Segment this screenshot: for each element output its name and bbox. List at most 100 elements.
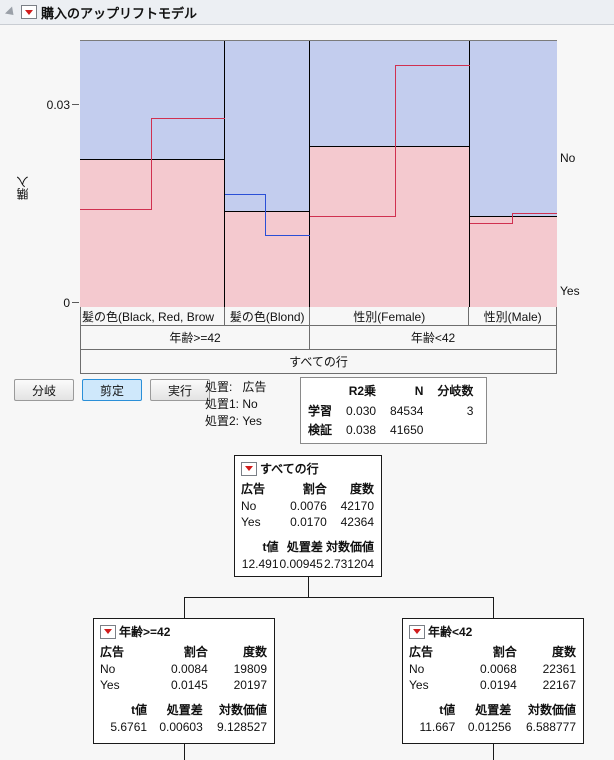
segment-yes	[310, 146, 469, 307]
go-button[interactable]: 実行	[150, 379, 210, 401]
table-row: 12.491 0.00945 2.731204	[241, 556, 374, 572]
col-count: 度数	[242, 645, 267, 659]
red-triangle-menu-icon[interactable]	[241, 461, 257, 476]
table-row: 5.6761 0.00603 9.128527	[100, 719, 267, 735]
segment-yes	[80, 159, 224, 307]
col-treatment: 広告	[241, 482, 266, 496]
logworth: 9.128527	[216, 720, 267, 734]
red-triangle-menu-icon[interactable]	[409, 624, 425, 639]
fit-col-blank	[306, 381, 339, 401]
y-tick-mark-lower	[72, 302, 79, 303]
tree-node-age-lt-42[interactable]: 年齢<42 広告 割合 度数 No 0.0068 22361 Yes 0.019…	[402, 618, 584, 744]
table-header-row: 広告 割合 度数	[100, 642, 267, 661]
table-row: Yes 0.0145 20197	[100, 677, 267, 693]
row-label-no: No	[241, 499, 257, 513]
row-label-yes: Yes	[100, 678, 120, 692]
tree-connector-left-child-stem	[184, 744, 185, 760]
diff: 0.00945	[279, 557, 323, 571]
col-logworth: 対数価値	[325, 540, 374, 554]
node-header[interactable]: 年齢>=42	[100, 623, 267, 640]
chart-panel-hair-blond[interactable]	[225, 41, 310, 307]
col-logworth: 対数価値	[527, 703, 576, 717]
legend-label-yes: Yes	[560, 284, 580, 298]
col-tvalue: t値	[439, 703, 456, 717]
diff: 0.01256	[467, 720, 512, 734]
count-yes: 22167	[542, 678, 576, 692]
red-triangle-menu-icon[interactable]	[21, 5, 37, 19]
col-logworth: 対数価値	[218, 703, 267, 717]
fit-col-n: N	[414, 383, 424, 398]
triangle-open-icon[interactable]	[4, 5, 18, 19]
red-triangle-menu-icon[interactable]	[100, 624, 116, 639]
col-count: 度数	[551, 645, 576, 659]
treated-rate-step	[395, 65, 396, 217]
tree-node-all-rows[interactable]: すべての行 広告 割合 度数 No 0.0076 42170 Yes 0.017…	[234, 455, 382, 577]
count-no: 19809	[233, 662, 267, 676]
col-diff: 処置差	[166, 703, 203, 717]
rate-no: 0.0068	[480, 662, 517, 676]
fit-training-splits: 3	[466, 403, 474, 418]
logworth: 6.588777	[525, 720, 576, 734]
treated-rate-step	[512, 213, 513, 224]
tree-connector-right-child-stem	[493, 744, 494, 760]
axis-cell-male[interactable]: 性別(Male)	[469, 307, 556, 325]
col-rate: 割合	[492, 645, 517, 659]
table-header-row: R2乗 N 分岐数	[306, 381, 480, 401]
y-tick-0.03: 0.03	[46, 98, 70, 112]
uplift-chart: 購入 0.03 0 No Yes 髪の色(Black, Red, Brow 髪の…	[0, 26, 614, 374]
tree-node-age-ge-42[interactable]: 年齢>=42 広告 割合 度数 No 0.0084 19809 Yes 0.01…	[93, 618, 275, 744]
axis-cell-age-lt-42[interactable]: 年齢<42	[310, 326, 556, 349]
chart-panel-hair-dark[interactable]	[80, 41, 225, 307]
axis-cell-hair-dark[interactable]: 髪の色(Black, Red, Brow	[81, 307, 226, 325]
fit-validation-r2: 0.038	[346, 422, 377, 437]
rate-yes: 0.0170	[290, 515, 327, 529]
table-row: 11.667 0.01256 6.588777	[409, 719, 576, 735]
col-diff: 処置差	[286, 540, 323, 554]
axis-row-splits: 髪の色(Black, Red, Brow 髪の色(Blond) 性別(Femal…	[80, 307, 557, 326]
col-count: 度数	[349, 482, 374, 496]
col-tvalue: t値	[262, 540, 279, 554]
count-no: 22361	[542, 662, 576, 676]
chart-plot-area[interactable]	[80, 40, 557, 307]
col-rate: 割合	[302, 482, 327, 496]
table-header-row: t値 処置差 対数価値	[241, 537, 375, 556]
chart-panel-sex-male[interactable]	[470, 41, 557, 307]
axis-cell-hair-blond[interactable]: 髪の色(Blond)	[225, 307, 311, 325]
y-tick-0: 0	[63, 296, 70, 310]
segment-no	[80, 41, 224, 161]
axis-cell-all-rows[interactable]: すべての行	[81, 350, 556, 373]
table-header-row: t値 処置差 対数価値	[409, 700, 576, 719]
chart-panel-sex-female[interactable]	[310, 41, 470, 307]
table-row: Yes 0.0170 42364	[241, 514, 374, 530]
node-header[interactable]: すべての行	[241, 460, 374, 477]
rate-yes: 0.0194	[480, 678, 517, 692]
node-header[interactable]: 年齢<42	[409, 623, 576, 640]
treated-rate-line-left	[470, 223, 512, 224]
node-spacer	[100, 693, 267, 700]
tree-connector-left-drop	[184, 597, 185, 618]
segment-no	[310, 41, 469, 148]
node-title: 年齢<42	[428, 625, 473, 639]
fit-row-label-training: 学習	[308, 404, 333, 418]
split-button[interactable]: 分岐	[14, 379, 74, 401]
col-diff: 処置差	[475, 703, 512, 717]
control-rate-line-left	[225, 194, 265, 195]
treated-rate-line-right	[151, 118, 225, 119]
table-row: No 0.0076 42170	[241, 498, 374, 514]
treatment-level-1: 処置1: No	[205, 397, 258, 411]
table-row: No 0.0068 22361	[409, 661, 576, 677]
axis-cell-age-ge-42[interactable]: 年齢>=42	[81, 326, 311, 349]
control-rate-step	[265, 194, 266, 236]
axis-cell-female[interactable]: 性別(Female)	[310, 307, 470, 325]
prune-button[interactable]: 剪定	[82, 379, 142, 401]
node-spacer	[409, 693, 576, 700]
table-header-row: 広告 割合 度数	[241, 479, 374, 498]
col-treatment: 広告	[409, 645, 434, 659]
row-label-yes: Yes	[241, 515, 261, 529]
col-rate: 割合	[183, 645, 208, 659]
tree-connector-horizontal	[184, 597, 494, 598]
tree-connector-root-stem	[308, 577, 309, 597]
count-yes: 20197	[233, 678, 267, 692]
fit-training-n: 84534	[390, 403, 424, 418]
treated-rate-line-right	[512, 213, 557, 214]
